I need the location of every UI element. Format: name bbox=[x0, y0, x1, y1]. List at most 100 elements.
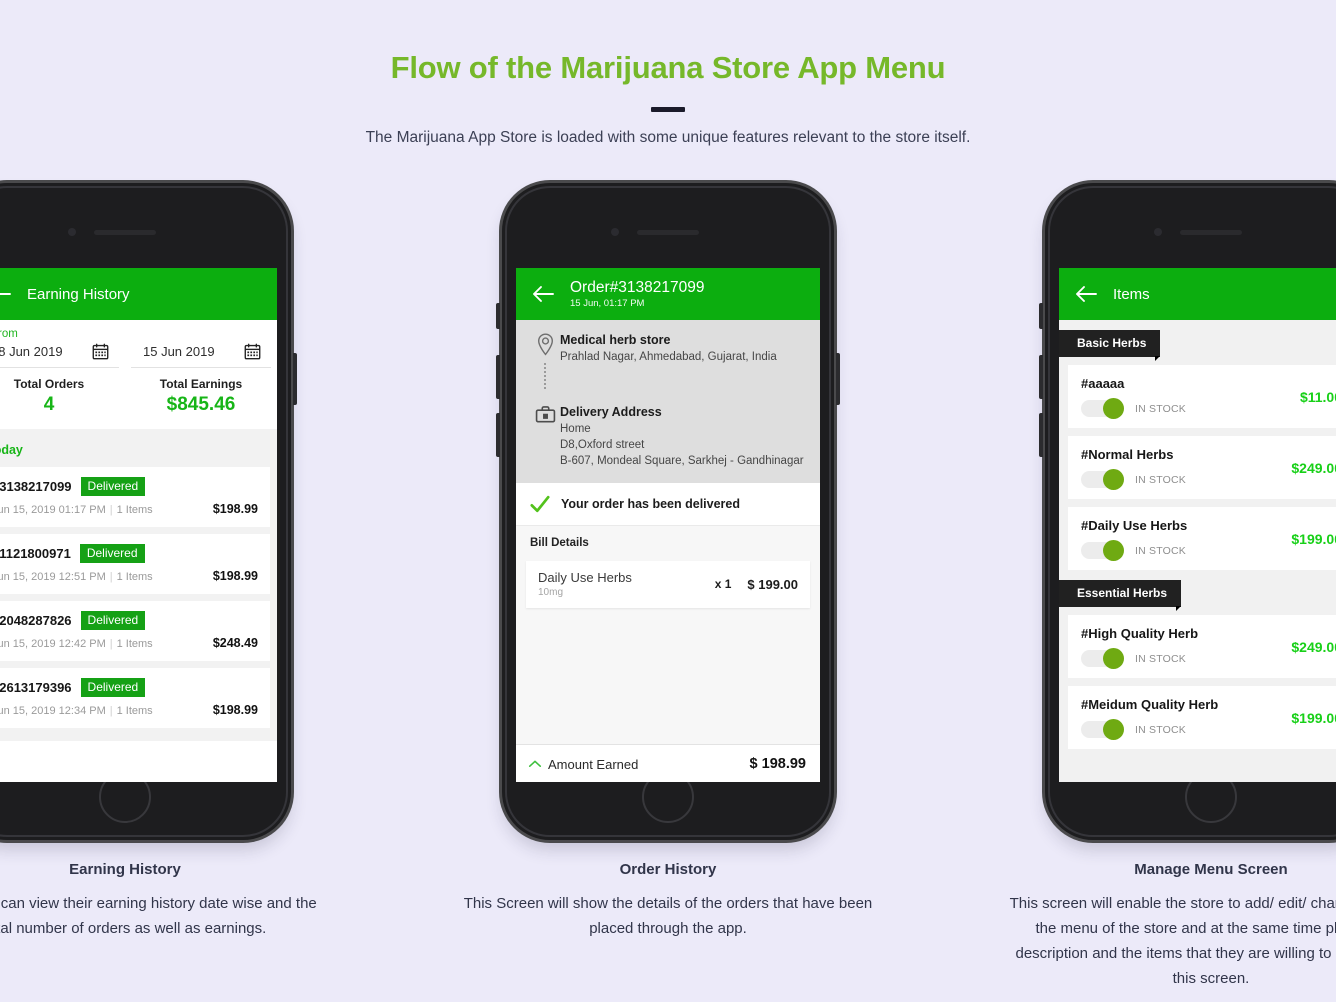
earpiece-speaker bbox=[1180, 230, 1242, 235]
item-stock-row: IN STOCK bbox=[1081, 540, 1291, 561]
bill-item-dose: 10mg bbox=[538, 587, 564, 598]
order-datetime: Jun 15, 2019 01:17 PM bbox=[0, 504, 106, 516]
date-to-value: 15 Jun 2019 bbox=[143, 344, 215, 359]
bill-item-name: Daily Use Herbs bbox=[538, 570, 632, 585]
page-title: Flow of the Marijuana Store App Menu bbox=[390, 50, 946, 85]
appbar-items: Items bbox=[1059, 268, 1336, 320]
list-item[interactable]: #aaaaa IN STOCK $11.00 bbox=[1068, 365, 1336, 428]
phone-mute-switch[interactable] bbox=[1039, 303, 1043, 329]
appbar-earning-history: Earning History bbox=[0, 268, 277, 320]
appbar-order-detail: Order#3138217099 15 Jun, 01:17 PM bbox=[516, 268, 820, 320]
appbar-title-stack: Order#3138217099 15 Jun, 01:17 PM bbox=[570, 279, 704, 310]
caption-body: This Screen will show the details of the… bbox=[463, 895, 873, 937]
list-item[interactable]: #Daily Use Herbs IN STOCK $199.00 bbox=[1068, 507, 1336, 570]
order-datetime: Jun 15, 2019 12:34 PM bbox=[0, 705, 106, 717]
location-pin-icon bbox=[536, 333, 555, 361]
order-items: 1 Items bbox=[116, 705, 153, 717]
stock-label: IN STOCK bbox=[1135, 473, 1186, 486]
totals-row: Total Orders 4 Total Earnings $845.46 bbox=[0, 368, 277, 429]
chevron-up-icon[interactable] bbox=[528, 757, 542, 771]
stock-toggle[interactable] bbox=[1081, 719, 1124, 740]
stock-label: IN STOCK bbox=[1135, 652, 1186, 665]
amount-earned-bar[interactable]: Amount Earned $ 198.99 bbox=[516, 744, 820, 782]
stock-toggle[interactable] bbox=[1081, 540, 1124, 561]
table-row[interactable]: #2613179396 Delivered Jun 15, 2019 12:34… bbox=[0, 668, 270, 728]
delivery-text-column: Delivery Address Home D8,Oxford street B… bbox=[560, 405, 804, 469]
store-icon-column bbox=[530, 333, 560, 391]
delivery-line-1: Home bbox=[560, 423, 591, 435]
caption-title: Manage Menu Screen bbox=[1134, 861, 1288, 878]
order-meta: Jun 15, 2019 12:34 PM | 1 Items bbox=[0, 705, 153, 717]
total-earnings-value: $845.46 bbox=[166, 394, 236, 415]
order-amount: $198.99 bbox=[212, 569, 258, 583]
phone-volume-down-button[interactable] bbox=[496, 413, 500, 457]
toggle-knob bbox=[1103, 469, 1124, 490]
order-items: 1 Items bbox=[116, 571, 153, 583]
page-root: Flow of the Marijuana Store App Menu The… bbox=[0, 0, 1336, 1002]
item-price: $249.00 bbox=[1291, 638, 1336, 655]
order-amount: $198.99 bbox=[212, 502, 258, 516]
date-to-field[interactable]: 15 Jun 2019 bbox=[131, 327, 271, 368]
phone-volume-up-button[interactable] bbox=[1039, 355, 1043, 399]
item-stock-row: IN STOCK bbox=[1081, 469, 1291, 490]
calendar-icon[interactable] bbox=[92, 343, 109, 360]
address-block: Medical herb store Prahlad Nagar, Ahmeda… bbox=[516, 320, 820, 483]
store-address: Prahlad Nagar, Ahmedabad, Gujarat, India bbox=[560, 351, 777, 363]
items-list: Basic Herbs #aaaaa IN STOCK $11.00 bbox=[1059, 320, 1336, 782]
stock-toggle[interactable] bbox=[1081, 398, 1124, 419]
date-from-field[interactable]: From 08 Jun 2019 bbox=[0, 327, 119, 368]
store-row: Medical herb store Prahlad Nagar, Ahmeda… bbox=[530, 333, 806, 391]
check-icon bbox=[530, 494, 550, 514]
order-meta: Jun 15, 2019 01:17 PM | 1 Items bbox=[0, 504, 153, 516]
item-stock-row: IN STOCK bbox=[1081, 719, 1291, 740]
back-arrow-icon[interactable] bbox=[0, 281, 13, 307]
status-badge: Delivered bbox=[80, 678, 146, 697]
total-orders-value: 4 bbox=[43, 394, 55, 415]
total-orders-label: Total Orders bbox=[13, 377, 85, 391]
total-earnings-label: Total Earnings bbox=[159, 377, 243, 391]
table-row[interactable]: #1121800971 Delivered Jun 15, 2019 12:51… bbox=[0, 534, 270, 594]
order-items: 1 Items bbox=[116, 638, 153, 650]
stock-label: IN STOCK bbox=[1135, 723, 1186, 736]
title-divider bbox=[651, 107, 685, 112]
calendar-icon[interactable] bbox=[244, 343, 261, 360]
item-info: #aaaaa IN STOCK bbox=[1081, 376, 1300, 419]
back-arrow-icon[interactable] bbox=[1073, 281, 1099, 307]
item-info: #Daily Use Herbs IN STOCK bbox=[1081, 518, 1291, 561]
delivery-icon-column bbox=[530, 405, 560, 469]
bill-item-quantity: x 1 bbox=[714, 577, 732, 591]
list-item[interactable]: #High Quality Herb IN STOCK $249.00 bbox=[1068, 615, 1336, 678]
screen-order-history: Order#3138217099 15 Jun, 01:17 PM Medica… bbox=[516, 268, 820, 782]
front-camera-icon bbox=[1154, 228, 1162, 236]
earpiece-speaker bbox=[94, 230, 156, 235]
store-name: Medical herb store bbox=[560, 333, 671, 347]
bill-item-price: $ 199.00 bbox=[747, 576, 798, 592]
item-info: #Normal Herbs IN STOCK bbox=[1081, 447, 1291, 490]
stock-toggle[interactable] bbox=[1081, 648, 1124, 669]
section-header-essential-herbs: Essential Herbs bbox=[1059, 580, 1182, 611]
phone-mute-switch[interactable] bbox=[496, 303, 500, 329]
table-row[interactable]: #2048287826 Delivered Jun 15, 2019 12:42… bbox=[0, 601, 270, 661]
list-item[interactable]: #Normal Herbs IN STOCK $249.00 bbox=[1068, 436, 1336, 499]
stock-toggle[interactable] bbox=[1081, 469, 1124, 490]
toggle-knob bbox=[1103, 398, 1124, 419]
appbar-title: Order#3138217099 bbox=[570, 278, 705, 296]
item-price: $199.00 bbox=[1291, 709, 1336, 726]
order-datetime: Jun 15, 2019 12:42 PM bbox=[0, 638, 106, 650]
caption-body: The store can view their earning history… bbox=[0, 895, 317, 937]
bill-details-title: Bill Details bbox=[530, 537, 589, 549]
item-name: #High Quality Herb bbox=[1081, 626, 1199, 641]
back-arrow-icon[interactable] bbox=[530, 281, 556, 307]
front-camera-icon bbox=[68, 228, 76, 236]
phone-frame-2: Order#3138217099 15 Jun, 01:17 PM Medica… bbox=[496, 183, 840, 840]
phone-volume-down-button[interactable] bbox=[1039, 413, 1043, 457]
phone-power-button[interactable] bbox=[293, 353, 297, 405]
item-info: #Meidum Quality Herb IN STOCK bbox=[1081, 697, 1291, 740]
phone-volume-up-button[interactable] bbox=[496, 355, 500, 399]
phone-power-button[interactable] bbox=[836, 353, 840, 405]
bill-line-item: Daily Use Herbs 10mg x 1 $ 199.00 bbox=[526, 561, 810, 608]
toggle-knob bbox=[1103, 648, 1124, 669]
table-row[interactable]: #3138217099 Delivered Jun 15, 2019 01:17… bbox=[0, 467, 270, 527]
list-item[interactable]: #Meidum Quality Herb IN STOCK $199.00 bbox=[1068, 686, 1336, 749]
earpiece-speaker bbox=[637, 230, 699, 235]
